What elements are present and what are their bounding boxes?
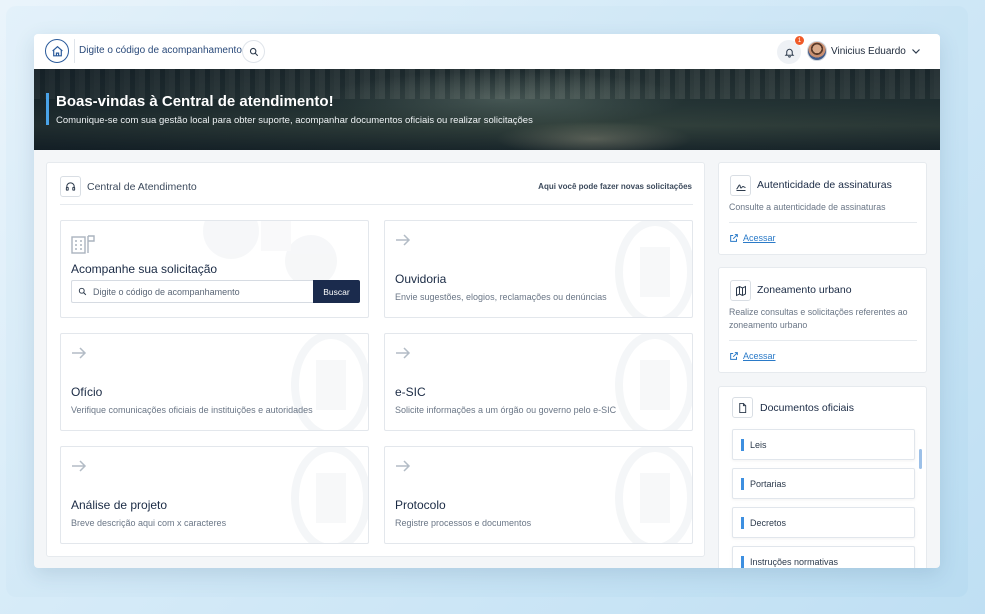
signatures-access-link[interactable]: Acessar	[729, 233, 776, 243]
arrow-right-icon	[396, 460, 411, 472]
home-icon	[51, 45, 63, 56]
decorative-emblem	[291, 447, 368, 543]
divider	[60, 204, 693, 205]
tracking-code-input[interactable]: Digite o código de acompanhamento	[71, 280, 313, 303]
document-item-portarias[interactable]: Portarias	[732, 468, 915, 499]
divider	[729, 222, 917, 223]
card-description: Breve descrição aqui com x caracteres	[71, 518, 227, 528]
tracking-input-placeholder: Digite o código de acompanhamento	[93, 286, 240, 297]
service-card-protocolo[interactable]: Protocolo Registre processos e documento…	[384, 446, 693, 544]
hero-accent-bar	[46, 93, 49, 125]
card-title: Protocolo	[395, 498, 446, 512]
card-description: Registre processos e documentos	[395, 518, 532, 528]
divider	[729, 340, 917, 341]
card-title: e-SIC	[395, 385, 426, 399]
service-card-ouvidoria[interactable]: Ouvidoria Envie sugestões, elogios, recl…	[384, 220, 693, 318]
card-title: Ouvidoria	[395, 272, 447, 286]
document-label: Instruções normativas	[750, 557, 839, 567]
card-description: Verifique comunicações oficiais de insti…	[71, 405, 313, 415]
document-item-instrucoes[interactable]: Instruções normativas	[732, 546, 915, 568]
avatar[interactable]	[807, 41, 827, 61]
arrow-right-icon	[396, 347, 411, 359]
search-submit-button[interactable]: Buscar	[313, 280, 360, 303]
document-icon	[732, 397, 753, 418]
service-card-oficio[interactable]: Ofício Verifique comunicações oficiais d…	[60, 333, 369, 431]
document-item-decretos[interactable]: Decretos	[732, 507, 915, 538]
service-card-esic[interactable]: e-SIC Solicite informações a um órgão ou…	[384, 333, 693, 431]
notification-badge: 1	[795, 36, 804, 45]
home-button[interactable]	[45, 39, 69, 63]
external-link-icon	[730, 352, 738, 360]
panel-title: Central de Atendimento	[87, 181, 197, 193]
search-icon	[249, 47, 258, 56]
page-subtitle: Comunique-se com sua gestão local para o…	[56, 115, 533, 126]
link-label: Acessar	[743, 351, 776, 361]
document-label: Leis	[750, 440, 767, 450]
card-description: Solicite informações a um órgão ou gover…	[395, 405, 617, 415]
service-center-panel: Central de Atendimento Aqui você pode fa…	[46, 162, 705, 557]
decorative-emblem	[291, 334, 368, 430]
decorative-emblem	[615, 221, 692, 317]
arrow-right-icon	[396, 234, 411, 246]
scrollbar-thumb[interactable]	[919, 449, 922, 469]
topbar-divider	[74, 39, 75, 63]
card-description: Envie sugestões, elogios, reclamações ou…	[395, 292, 607, 302]
tracking-search-field[interactable]: Digite o código de acompanhamento	[79, 45, 242, 56]
building-icon	[71, 235, 95, 254]
panel-description: Realize consultas e solicitações referen…	[729, 307, 908, 330]
urban-zoning-panel: Zoneamento urbano Realize consultas e so…	[718, 267, 927, 373]
map-icon	[730, 280, 751, 301]
page-title: Boas-vindas à Central de atendimento!	[56, 93, 334, 110]
panel-title: Zoneamento urbano	[757, 284, 852, 296]
link-label: Acessar	[743, 233, 776, 243]
track-request-card: Acompanhe sua solicitação Digite o códig…	[60, 220, 369, 318]
chevron-down-icon[interactable]	[910, 45, 922, 57]
top-bar: Digite o código de acompanhamento 1 Vini…	[34, 34, 940, 69]
card-title: Ofício	[71, 385, 103, 399]
document-label: Decretos	[750, 518, 787, 528]
panel-title: Autenticidade de assinaturas	[757, 179, 892, 191]
document-item-leis[interactable]: Leis	[732, 429, 915, 460]
official-documents-panel: Documentos oficiais Leis Portarias Decre…	[718, 386, 927, 568]
decorative-emblem	[615, 334, 692, 430]
signature-authenticity-panel: Autenticidade de assinaturas Consulte a …	[718, 162, 927, 255]
arrow-right-icon	[72, 460, 87, 472]
document-label: Portarias	[750, 479, 787, 489]
panel-description: Consulte a autenticidade de assinaturas	[729, 202, 886, 212]
search-button[interactable]	[242, 40, 265, 63]
card-title: Análise de projeto	[71, 498, 168, 512]
search-icon	[78, 287, 87, 296]
user-name[interactable]: Vinicius Eduardo	[831, 46, 906, 57]
external-link-icon	[730, 234, 738, 242]
bell-icon	[784, 48, 794, 58]
panel-hint: Aqui você pode fazer novas solicitações	[538, 182, 692, 191]
app-window: Digite o código de acompanhamento 1 Vini…	[34, 34, 940, 568]
hero-banner: Boas-vindas à Central de atendimento! Co…	[34, 69, 940, 150]
decorative-emblem	[615, 447, 692, 543]
headset-icon	[60, 176, 81, 197]
panel-title: Documentos oficiais	[760, 402, 854, 414]
decorative-pattern	[203, 221, 337, 281]
signature-icon	[730, 175, 751, 196]
service-card-analise-projeto[interactable]: Análise de projeto Breve descrição aqui …	[60, 446, 369, 544]
arrow-right-icon	[72, 347, 87, 359]
track-title: Acompanhe sua solicitação	[71, 262, 218, 276]
zoning-access-link[interactable]: Acessar	[729, 351, 776, 361]
